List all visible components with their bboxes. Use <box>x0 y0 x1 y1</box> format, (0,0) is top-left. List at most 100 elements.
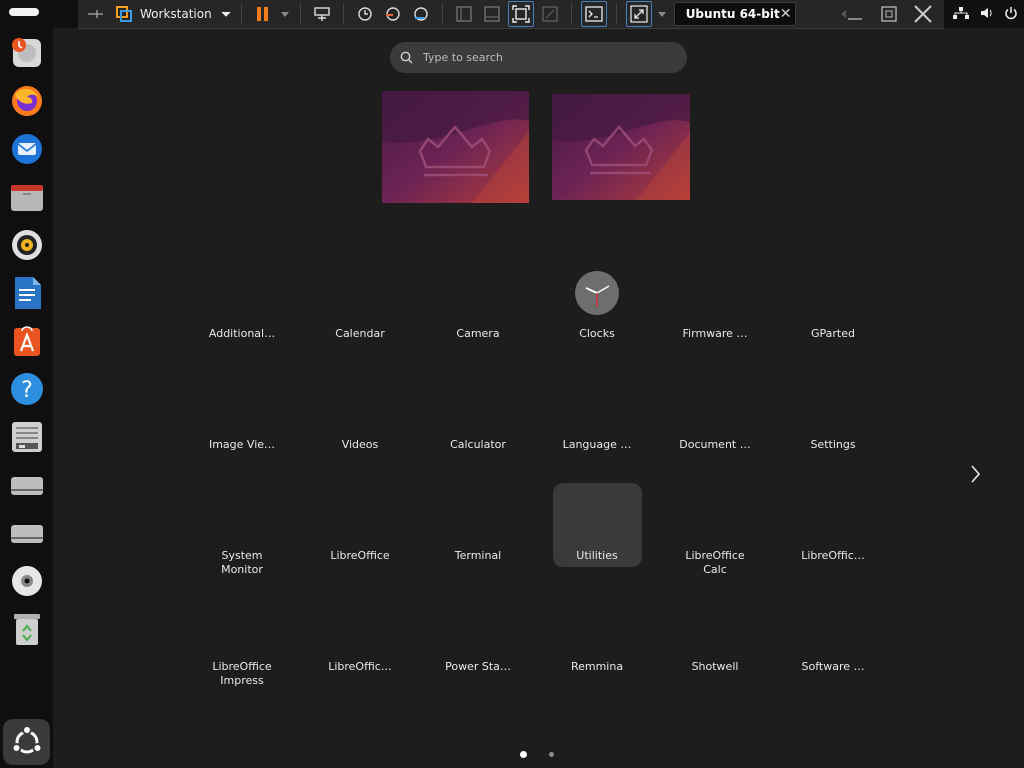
top-bar: Workstation Ubuntu 64-bit ✕ <box>0 0 1024 29</box>
dock-item-trash[interactable] <box>5 607 48 650</box>
dock-item-thunderbird[interactable] <box>5 127 48 170</box>
app-tile[interactable]: Power Sta… <box>423 660 533 674</box>
vm-tab-ubuntu[interactable]: Ubuntu 64-bit ✕ <box>673 2 796 26</box>
app-tile[interactable]: GParted <box>778 327 888 341</box>
activities-indicator[interactable] <box>9 8 39 16</box>
restore-icon[interactable] <box>874 2 904 26</box>
workstation-menu-label[interactable]: Workstation <box>140 7 212 21</box>
thumbnail-view-icon[interactable] <box>480 2 504 26</box>
dock-item-help[interactable]: ? <box>5 367 48 410</box>
app-tile[interactable]: Document … <box>660 438 770 452</box>
workspace-thumbnail-2[interactable] <box>552 94 690 200</box>
app-label: Language … <box>562 438 632 451</box>
firefox-icon <box>11 85 42 116</box>
send-keys-icon[interactable] <box>310 2 334 26</box>
dock-item-drive-2[interactable] <box>5 511 48 554</box>
snapshot-take-icon[interactable] <box>353 2 377 26</box>
unpin-icon[interactable] <box>84 2 108 26</box>
next-page-chevron-icon[interactable] <box>967 463 983 485</box>
app-label: Additional… <box>208 327 276 340</box>
close-icon[interactable]: ✕ <box>780 7 792 21</box>
app-tile[interactable]: Remmina <box>542 660 652 674</box>
dock-item-libreoffice-writer[interactable] <box>5 271 48 314</box>
snapshot-revert-icon[interactable] <box>381 2 405 26</box>
console-view-icon[interactable] <box>580 1 607 27</box>
volume-icon[interactable] <box>980 5 994 24</box>
app-tile[interactable]: Calendar <box>305 327 415 341</box>
app-label: Settings <box>810 438 856 451</box>
toolbar-divider <box>240 4 242 24</box>
app-label: Calendar <box>335 327 385 340</box>
library-view-icon[interactable] <box>452 2 476 26</box>
app-tile[interactable]: Software … <box>778 660 888 674</box>
dock-item-software-updater[interactable] <box>5 31 48 74</box>
close-window-icon[interactable] <box>908 2 938 26</box>
optical-disc-icon <box>11 565 42 596</box>
app-center-icon <box>13 325 40 356</box>
search-bar[interactable] <box>390 42 687 73</box>
app-tile[interactable]: LibreOffic… <box>778 549 888 563</box>
search-input[interactable] <box>421 50 665 65</box>
chevron-down-icon[interactable] <box>220 2 232 26</box>
app-tile[interactable]: Additional… <box>187 327 297 341</box>
page-dot[interactable] <box>549 752 554 757</box>
toolbar-divider <box>615 4 617 24</box>
app-label: Utilities <box>576 549 618 562</box>
app-tile[interactable]: LibreOffice Impress <box>187 660 297 688</box>
app-tile[interactable]: Shotwell <box>660 660 770 674</box>
workspace-thumbnail-1[interactable] <box>382 91 529 203</box>
app-tile[interactable]: LibreOffic… <box>305 660 415 674</box>
search-icon <box>400 51 413 64</box>
app-tile[interactable]: System Monitor <box>187 549 297 577</box>
network-icon[interactable] <box>952 5 970 24</box>
toolbar-divider <box>299 4 301 24</box>
drive-icon <box>10 524 43 543</box>
app-tile[interactable]: LibreOffice Calc <box>660 549 770 577</box>
app-label: Power Sta… <box>445 660 511 673</box>
chevron-down-icon[interactable] <box>656 2 668 26</box>
page-dot-active[interactable] <box>520 751 527 758</box>
ubuntu-logo-icon <box>11 725 42 754</box>
page-indicator <box>520 751 554 758</box>
wallpaper <box>552 94 690 200</box>
help-icon: ? <box>10 372 43 405</box>
clock-icon <box>575 271 619 315</box>
dock-item-text-editor[interactable] <box>5 415 48 458</box>
dock-item-firefox[interactable] <box>5 79 48 122</box>
app-label: Videos <box>341 438 379 451</box>
snapshot-manager-icon[interactable] <box>409 2 433 26</box>
app-folder-utilities[interactable]: Utilities <box>542 483 652 567</box>
dock-item-optical-disc[interactable] <box>5 559 48 602</box>
dock-item-drive-1[interactable] <box>5 463 48 506</box>
full-screen-icon[interactable] <box>507 1 534 27</box>
app-tile[interactable]: Clocks <box>542 271 652 341</box>
stretch-guest-icon[interactable] <box>625 1 652 27</box>
dock: ? <box>0 28 53 768</box>
system-tray <box>952 0 1018 28</box>
app-tile[interactable]: Camera <box>423 327 533 341</box>
dock-item-app-center[interactable] <box>5 319 48 362</box>
minimize-icon[interactable] <box>840 2 870 26</box>
vmware-toolbar: Workstation Ubuntu 64-bit ✕ <box>78 0 944 29</box>
wallpaper <box>382 91 529 203</box>
power-icon[interactable] <box>1004 5 1018 24</box>
chevron-down-icon[interactable] <box>279 2 291 26</box>
app-tile[interactable]: Language … <box>542 438 652 452</box>
dock-item-files[interactable] <box>5 175 48 218</box>
app-label: Clocks <box>579 327 615 340</box>
app-tile[interactable]: Firmware … <box>660 327 770 341</box>
app-tile[interactable]: Image Vie… <box>187 438 297 452</box>
app-label: Calculator <box>450 438 506 451</box>
app-label: Monitor <box>221 563 263 576</box>
window-controls <box>838 0 940 28</box>
app-tile[interactable]: LibreOffice <box>305 549 415 563</box>
dock-item-rhythmbox[interactable] <box>5 223 48 266</box>
pause-icon[interactable] <box>251 2 275 26</box>
app-tile[interactable]: Videos <box>305 438 415 452</box>
app-tile[interactable]: Calculator <box>423 438 533 452</box>
app-tile[interactable]: Terminal <box>423 549 533 563</box>
show-applications-button[interactable] <box>3 719 50 765</box>
toolbar-divider <box>570 4 572 24</box>
app-tile[interactable]: Settings <box>778 438 888 452</box>
unity-icon[interactable] <box>538 2 562 26</box>
